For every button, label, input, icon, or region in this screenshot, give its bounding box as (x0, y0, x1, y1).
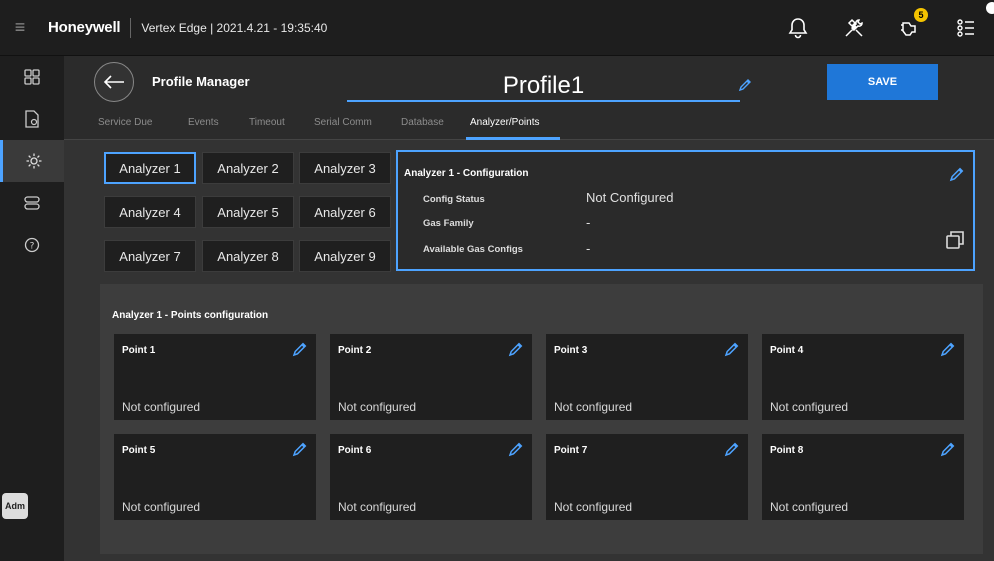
sidebar-item-dashboard[interactable] (0, 56, 64, 98)
app-title: Vertex Edge | 2021.4.21 - 19:35:40 (141, 20, 328, 35)
pencil-icon[interactable] (949, 166, 965, 182)
avatar[interactable]: Adm (2, 493, 28, 519)
analyzer-button-6[interactable]: Analyzer 6 (299, 196, 391, 228)
brand-logo: Honeywell (48, 19, 121, 36)
point-status: Not configured (338, 400, 417, 414)
point-status: Not configured (770, 400, 849, 414)
point-name: Point 4 (770, 345, 804, 356)
points-configuration-section: Analyzer 1 - Points configuration Point … (100, 284, 983, 554)
tools-icon[interactable] (826, 0, 882, 56)
analyzer-button-5[interactable]: Analyzer 5 (202, 196, 294, 228)
service-icon[interactable]: 5 (882, 0, 938, 56)
available-gas-configs-value: - (586, 241, 591, 256)
tab-database[interactable]: Database (401, 117, 444, 128)
sidebar-item-reports[interactable] (0, 98, 64, 140)
arrow-left-icon (103, 75, 124, 89)
copy-icon[interactable] (945, 230, 965, 250)
pencil-icon[interactable] (724, 341, 740, 357)
main-content: Profile Manager Profile1 SAVE Service Du… (64, 56, 994, 561)
point-card[interactable]: Point 8 Not configured (762, 434, 964, 520)
help-icon: ? (24, 237, 40, 253)
active-tab-indicator (466, 137, 560, 140)
available-gas-configs-label: Available Gas Configs (423, 244, 523, 255)
tab-analyzer-points[interactable]: Analyzer/Points (470, 117, 539, 128)
sidebar-item-settings[interactable] (0, 140, 64, 182)
analyzer-button-3[interactable]: Analyzer 3 (299, 152, 391, 184)
point-card[interactable]: Point 5 Not configured (114, 434, 316, 520)
point-card[interactable]: Point 6 Not configured (330, 434, 532, 520)
gas-family-label: Gas Family (423, 218, 474, 229)
analyzer-button-9[interactable]: Analyzer 9 (299, 240, 391, 272)
tab-bar: Service Due Events Timeout Serial Comm D… (64, 108, 994, 140)
point-status: Not configured (338, 500, 417, 514)
point-name: Point 2 (338, 345, 372, 356)
pencil-icon[interactable] (508, 341, 524, 357)
sidebar-item-help[interactable]: ? (0, 224, 64, 266)
point-name: Point 5 (122, 445, 156, 456)
pencil-icon[interactable] (508, 441, 524, 457)
point-card[interactable]: Point 4 Not configured (762, 334, 964, 420)
pencil-icon[interactable] (940, 441, 956, 457)
tab-events[interactable]: Events (188, 117, 219, 128)
devices-icon (24, 196, 40, 210)
analyzer-button-2[interactable]: Analyzer 2 (202, 152, 294, 184)
analyzer-button-8[interactable]: Analyzer 8 (202, 240, 294, 272)
pencil-icon[interactable] (940, 341, 956, 357)
point-card[interactable]: Point 7 Not configured (546, 434, 748, 520)
divider (130, 17, 132, 38)
analyzer-config-panel: Analyzer 1 - Configuration Config Status… (396, 150, 975, 271)
point-card[interactable]: Point 1 Not configured (114, 334, 316, 420)
point-status: Not configured (554, 400, 633, 414)
profile-name[interactable]: Profile1 (347, 72, 740, 100)
pencil-icon[interactable] (292, 341, 308, 357)
dashboard-grid-icon (24, 69, 40, 85)
status-dot (986, 2, 994, 14)
point-status: Not configured (122, 400, 201, 414)
svg-text:?: ? (30, 242, 35, 252)
point-card[interactable]: Point 2 Not configured (330, 334, 532, 420)
config-status-value: Not Configured (586, 190, 674, 205)
save-button[interactable]: SAVE (827, 64, 938, 100)
settings-gear-icon (26, 153, 41, 169)
config-status-label: Config Status (423, 194, 485, 205)
menu-icon[interactable]: ≡ (0, 0, 40, 56)
point-name: Point 6 (338, 445, 372, 456)
tab-service-due[interactable]: Service Due (98, 117, 152, 128)
page-header: Profile Manager Profile1 SAVE (64, 56, 994, 108)
pencil-icon[interactable] (292, 441, 308, 457)
point-status: Not configured (122, 500, 201, 514)
point-card[interactable]: Point 3 Not configured (546, 334, 748, 420)
gas-family-value: - (586, 215, 591, 230)
points-section-title: Analyzer 1 - Points configuration (112, 310, 269, 321)
sidebar: ? Adm (0, 56, 64, 561)
user-menu[interactable]: Adm (0, 493, 64, 519)
point-status: Not configured (770, 500, 849, 514)
point-name: Point 3 (554, 345, 588, 356)
notification-badge: 5 (914, 8, 928, 22)
bell-icon[interactable] (770, 0, 826, 56)
analyzer-button-7[interactable]: Analyzer 7 (104, 240, 196, 272)
config-title: Analyzer 1 - Configuration (404, 168, 529, 179)
list-icon[interactable] (938, 0, 994, 56)
back-button[interactable] (94, 62, 134, 102)
point-name: Point 1 (122, 345, 156, 356)
top-bar: ≡ Honeywell Vertex Edge | 2021.4.21 - 19… (0, 0, 994, 56)
report-icon (25, 110, 39, 128)
page-title: Profile Manager (152, 74, 250, 89)
profile-name-field[interactable]: Profile1 (347, 64, 751, 102)
pencil-icon[interactable] (738, 78, 752, 92)
tab-serial-comm[interactable]: Serial Comm (314, 117, 372, 128)
point-name: Point 7 (554, 445, 588, 456)
point-name: Point 8 (770, 445, 804, 456)
tab-timeout[interactable]: Timeout (249, 117, 285, 128)
analyzer-button-1[interactable]: Analyzer 1 (104, 152, 196, 184)
sidebar-item-devices[interactable] (0, 182, 64, 224)
pencil-icon[interactable] (724, 441, 740, 457)
analyzer-button-4[interactable]: Analyzer 4 (104, 196, 196, 228)
point-status: Not configured (554, 500, 633, 514)
